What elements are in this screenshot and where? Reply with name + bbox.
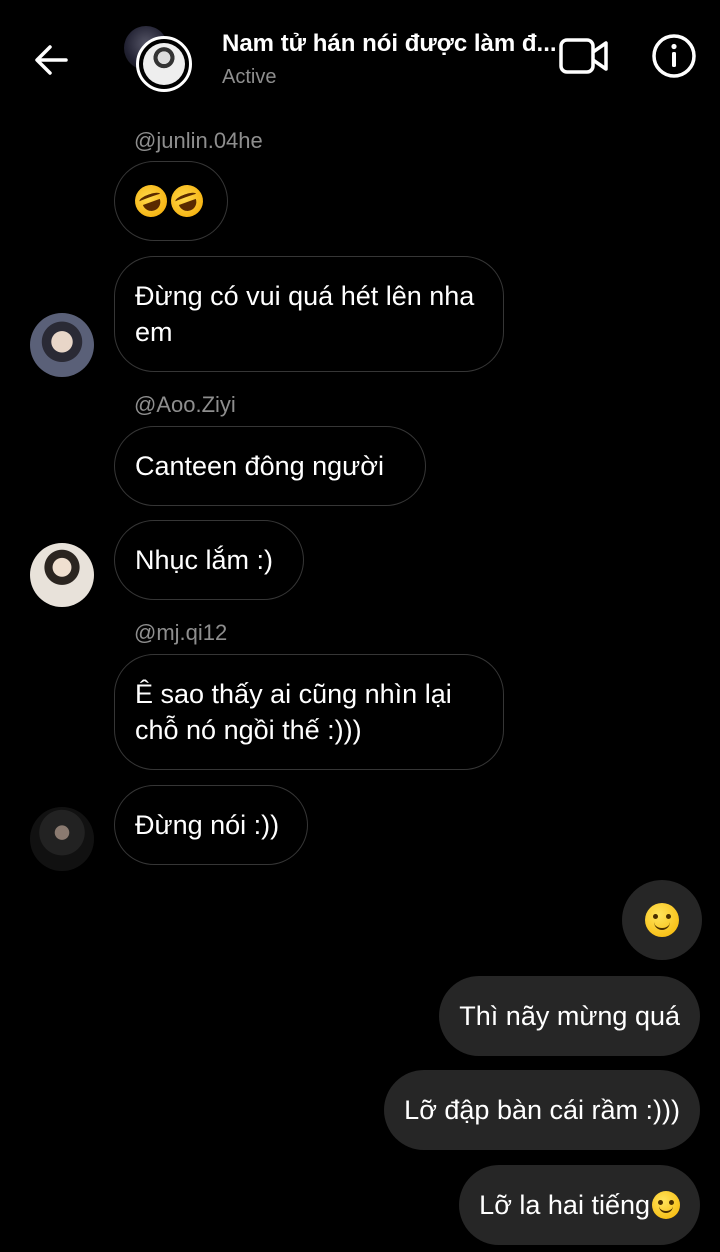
chat-header: Nam tử hán nói được làm đ... Active [0,0,720,112]
video-call-icon[interactable] [558,34,610,78]
message-bubble[interactable]: Ê sao thấy ai cũng nhìn lại chỗ nó ngồi … [114,654,504,770]
message-text: Thì nãy mừng quá [459,1000,680,1031]
laughing-emoji-icon [130,180,172,222]
sender-username: @junlin.04he [134,128,263,153]
outgoing-message-bubble[interactable]: Lỡ đập bàn cái rầm :))) [384,1070,700,1150]
message-text: Lỡ đập bàn cái rầm :))) [404,1094,680,1125]
sender-username: @mj.qi12 [134,620,228,645]
info-icon[interactable] [650,32,698,80]
back-arrow-icon[interactable] [28,36,76,84]
sender-avatar[interactable] [30,313,94,377]
message-text: Đừng có vui quá hét lên nha em [135,281,475,347]
outgoing-message-bubble[interactable]: Lỡ la hai tiếng [459,1165,700,1245]
message-text: Đừng nói :)) [135,810,280,840]
sender-username: @Aoo.Ziyi [134,392,236,417]
message-bubble[interactable]: Nhục lắm :) [114,520,304,600]
sender-avatar[interactable] [30,543,94,607]
message-text: Nhục lắm :) [135,545,274,575]
message-bubble[interactable]: Đừng nói :)) [114,785,308,865]
message-text: Canteen đông người [135,451,384,481]
smiling-face-emoji-icon [645,903,679,937]
message-text: Lỡ la hai tiếng [479,1189,650,1220]
group-avatar[interactable] [124,26,194,96]
sender-avatar[interactable] [30,807,94,871]
smiling-face-emoji-icon [652,1191,680,1219]
message-text: Ê sao thấy ai cũng nhìn lại chỗ nó ngồi … [135,679,452,745]
laughing-emoji-icon [166,180,208,222]
outgoing-message-bubble[interactable]: Thì nãy mừng quá [439,976,700,1056]
active-status: Active [222,66,277,88]
message-bubble[interactable] [114,161,228,241]
outgoing-emoji-message[interactable] [622,880,702,960]
message-bubble[interactable]: Đừng có vui quá hét lên nha em [114,256,504,372]
chat-title[interactable]: Nam tử hán nói được làm đ... [222,30,562,58]
group-avatar-front [136,36,192,92]
message-bubble[interactable]: Canteen đông người [114,426,426,506]
